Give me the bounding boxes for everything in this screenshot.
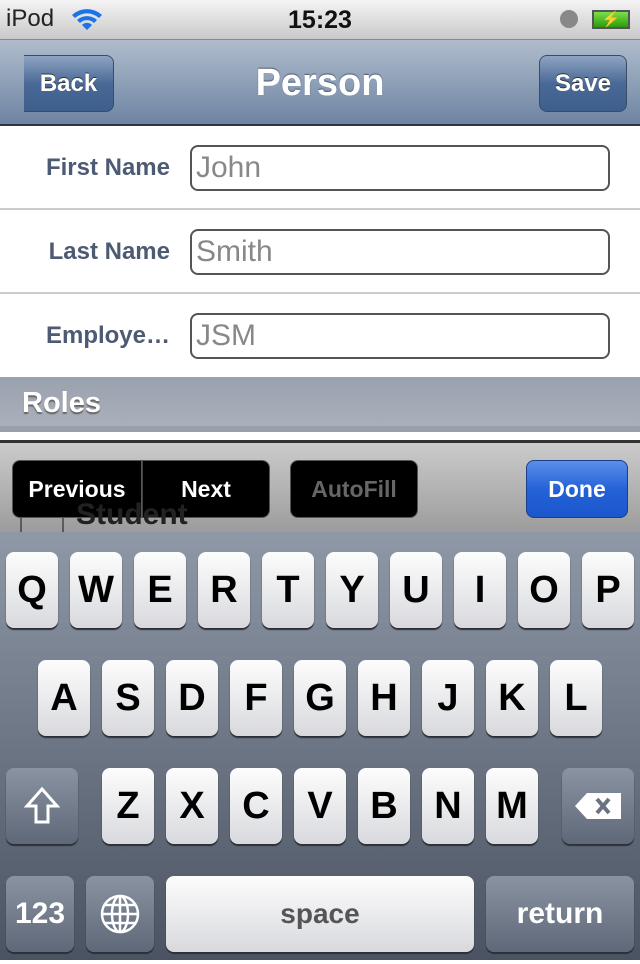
save-button[interactable]: Save (539, 55, 627, 112)
employee-row: Employe… JSM (0, 294, 640, 378)
first-name-input[interactable]: John (190, 145, 610, 191)
key-j[interactable]: J (422, 660, 474, 736)
autofill-button[interactable]: AutoFill (290, 460, 418, 518)
key-o[interactable]: O (518, 552, 570, 628)
shift-icon (23, 786, 61, 824)
status-bar: iPod 15:23 ⚡ (0, 0, 640, 40)
key-h[interactable]: H (358, 660, 410, 736)
key-k[interactable]: K (486, 660, 538, 736)
key-r[interactable]: R (198, 552, 250, 628)
key-c[interactable]: C (230, 768, 282, 844)
navigation-bar: Back Person Save (0, 40, 640, 126)
last-name-input[interactable]: Smith (190, 229, 610, 275)
key-p[interactable]: P (582, 552, 634, 628)
key-b[interactable]: B (358, 768, 410, 844)
key-x[interactable]: X (166, 768, 218, 844)
key-w[interactable]: W (70, 552, 122, 628)
battery-charging-icon: ⚡ (592, 10, 630, 29)
roles-header-label: Roles (22, 387, 101, 419)
key-g[interactable]: G (294, 660, 346, 736)
space-key[interactable]: space (166, 876, 474, 952)
globe-key[interactable] (86, 876, 154, 952)
keyboard: 123 space return QWERTYUIOP ASDFGHJKL ZXCV… (0, 532, 640, 960)
alarm-clock-icon (560, 10, 578, 28)
shift-key[interactable] (6, 768, 78, 844)
last-name-label: Last Name (48, 238, 170, 265)
key-y[interactable]: Y (326, 552, 378, 628)
role-label-student[interactable]: Student (76, 498, 188, 532)
last-name-row: Last Name Smith (0, 210, 640, 294)
clock-time: 15:23 (288, 6, 352, 34)
key-f[interactable]: F (230, 660, 282, 736)
globe-icon (100, 894, 140, 934)
key-m[interactable]: M (486, 768, 538, 844)
roles-section-header: Roles (0, 377, 640, 432)
first-name-row: First Name John (0, 126, 640, 210)
first-name-label: First Name (45, 154, 170, 181)
key-a[interactable]: A (38, 660, 90, 736)
key-i[interactable]: I (454, 552, 506, 628)
employee-label: Employe… (45, 322, 170, 349)
key-e[interactable]: E (134, 552, 186, 628)
done-button[interactable]: Done (526, 460, 628, 518)
return-key[interactable]: return (486, 876, 634, 952)
numbers-key[interactable]: 123 (6, 876, 74, 952)
key-l[interactable]: L (550, 660, 602, 736)
key-u[interactable]: U (390, 552, 442, 628)
key-s[interactable]: S (102, 660, 154, 736)
key-n[interactable]: N (422, 768, 474, 844)
employee-input[interactable]: JSM (190, 313, 610, 359)
key-q[interactable]: Q (6, 552, 58, 628)
key-d[interactable]: D (166, 660, 218, 736)
delete-key[interactable] (562, 768, 634, 844)
delete-icon (575, 793, 621, 819)
key-t[interactable]: T (262, 552, 314, 628)
key-v[interactable]: V (294, 768, 346, 844)
key-z[interactable]: Z (102, 768, 154, 844)
